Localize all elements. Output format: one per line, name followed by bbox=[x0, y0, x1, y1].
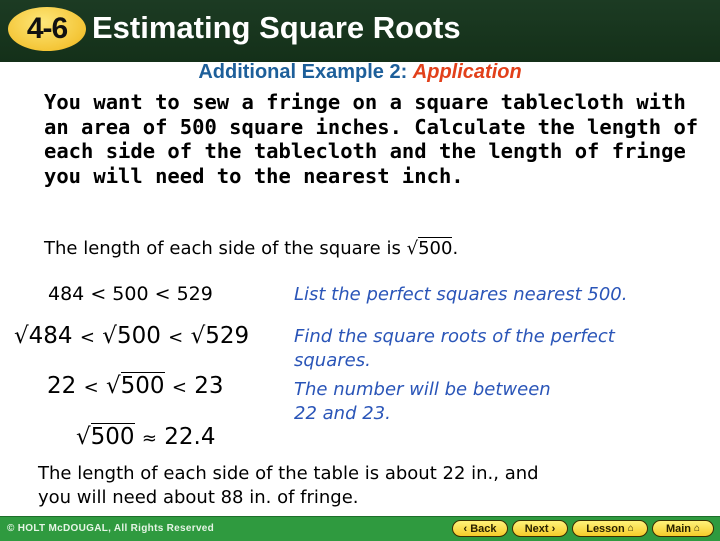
home-icon: ⌂ bbox=[627, 523, 634, 534]
copyright: © HOLT McDOUGAL, All Rights Reserved bbox=[7, 523, 215, 534]
footer-bar: © HOLT McDOUGAL, All Rights Reserved ‹ Ba… bbox=[0, 516, 720, 541]
step2-note: Find the square roots of the perfect squa… bbox=[294, 326, 615, 371]
lesson-button[interactable]: Lesson ⌂ bbox=[572, 520, 648, 537]
main-button[interactable]: Main ⌂ bbox=[652, 520, 714, 537]
chevron-right-icon: › bbox=[551, 522, 556, 535]
header-bar: 4-6 Estimating Square Roots bbox=[0, 0, 720, 62]
example-type: Application bbox=[412, 61, 522, 83]
side-statement-text: The length of each side of the square is bbox=[44, 238, 401, 259]
chevron-left-icon: ‹ bbox=[463, 522, 468, 535]
step2-inequality: √484 < √500 < √529 bbox=[14, 323, 250, 349]
step4-approximation: √500 ≈ 22.4 bbox=[76, 423, 216, 450]
conclusion: The length of each side of the table is … bbox=[38, 463, 539, 508]
side-statement: The length of each side of the square is… bbox=[44, 237, 459, 259]
step3-inequality: 22 < √500 < 23 bbox=[47, 372, 224, 399]
step1-note: List the perfect squares nearest 500. bbox=[294, 284, 628, 305]
lesson-title: Estimating Square Roots bbox=[92, 10, 461, 45]
example-label: Additional Example 2: bbox=[198, 61, 413, 83]
back-button[interactable]: ‹ Back bbox=[452, 520, 508, 537]
example-heading: Additional Example 2: Application bbox=[0, 61, 720, 84]
home-icon: ⌂ bbox=[694, 523, 701, 534]
next-button[interactable]: Next › bbox=[512, 520, 568, 537]
step3-note: The number will be between 22 and 23. bbox=[294, 379, 551, 424]
problem-statement: You want to sew a fringe on a square tab… bbox=[44, 90, 699, 188]
step1-inequality: 484 < 500 < 529 bbox=[48, 283, 213, 305]
radical-500: √500 bbox=[406, 237, 453, 259]
lesson-number-badge: 4-6 bbox=[8, 7, 86, 51]
